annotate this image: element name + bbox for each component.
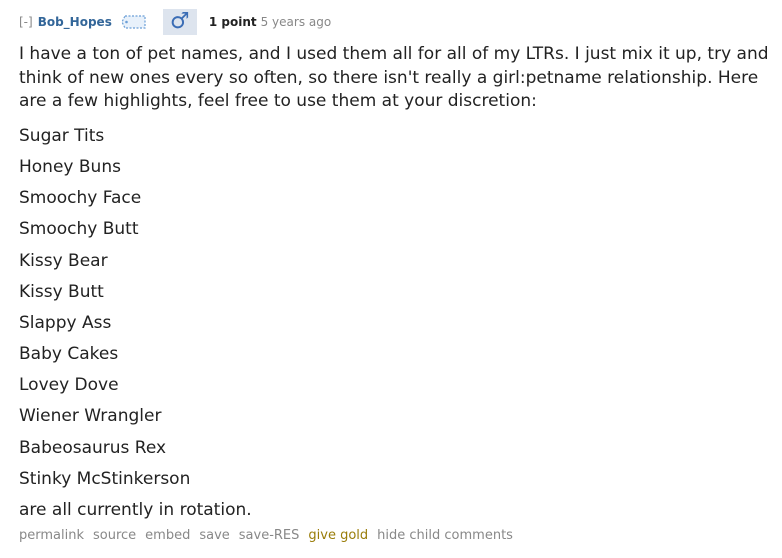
comment-actions: permalink source embed save save-RES giv… xyxy=(19,528,522,543)
author-link[interactable]: Bob_Hopes xyxy=(38,15,112,29)
pet-name-item: Kissy Butt xyxy=(19,281,104,302)
source-button[interactable]: source xyxy=(93,528,136,543)
collapse-toggle[interactable]: [-] xyxy=(19,15,33,29)
user-tag-icon[interactable] xyxy=(121,12,151,32)
comment-intro: I have a ton of pet names, and I used th… xyxy=(19,44,769,112)
pet-name-item: Lovey Dove xyxy=(19,375,119,396)
hide-child-comments-button[interactable]: hide child comments xyxy=(377,528,513,543)
comment-outro: are all currently in rotation. xyxy=(19,500,252,521)
comment-body: I have a ton of pet names, and I used th… xyxy=(19,43,774,526)
embed-button[interactable]: embed xyxy=(145,528,190,543)
score: 1 point xyxy=(208,15,257,29)
pet-name-item: Smoochy Butt xyxy=(19,219,139,240)
pet-name-item: Slappy Ass xyxy=(19,312,112,333)
save-button[interactable]: save xyxy=(199,528,229,543)
pet-name-item: Sugar Tits xyxy=(19,125,105,146)
pet-name-item: Stinky McStinkerson xyxy=(19,468,191,489)
pet-name-item: Babeosaurus Rex xyxy=(19,437,167,458)
pet-name-item: Smoochy Face xyxy=(19,188,142,209)
pet-name-item: Honey Buns xyxy=(19,156,121,177)
pet-name-item: Baby Cakes xyxy=(19,344,119,365)
comment-header: [-] Bob_Hopes ♂ 1 point 5 years ago xyxy=(19,9,331,35)
pet-name-item: Kissy Bear xyxy=(19,250,108,271)
permalink-button[interactable]: permalink xyxy=(19,528,84,543)
timestamp[interactable]: 5 years ago xyxy=(261,15,332,29)
gender-flair-icon: ♂ xyxy=(162,9,197,35)
give-gold-button[interactable]: give gold xyxy=(308,528,368,543)
pet-name-item: Wiener Wrangler xyxy=(19,406,162,427)
save-res-button[interactable]: save-RES xyxy=(239,528,300,543)
